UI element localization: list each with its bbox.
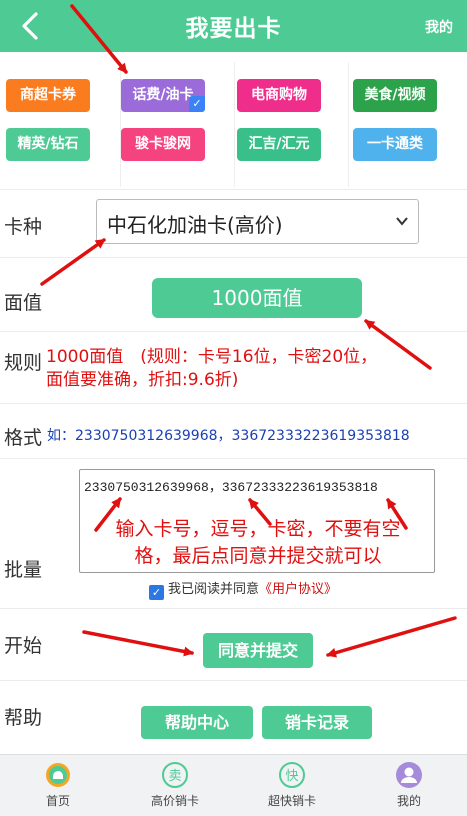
tab-home[interactable]: 首页	[0, 761, 116, 809]
face-value-button[interactable]: 1000面值	[152, 278, 362, 318]
svg-text:快: 快	[285, 769, 298, 784]
category-jingying-zuanshi[interactable]: 精英/钻石	[6, 128, 90, 161]
my-account-link[interactable]: 我的	[425, 17, 453, 37]
top-bar: 我要出卡 我的	[0, 0, 467, 52]
category-huafei-youka[interactable]: 话费/油卡 ✓	[121, 79, 205, 112]
sell-icon: 卖	[162, 762, 188, 788]
agreement: ✓ 我已阅读并同意《用户协议》	[149, 578, 337, 600]
agreement-checkbox[interactable]: ✓	[149, 585, 164, 600]
agree-submit-button[interactable]: 同意并提交	[203, 633, 313, 668]
category-meishi-shipin[interactable]: 美食/视频	[353, 79, 437, 112]
divider	[234, 62, 235, 187]
batch-label: 批量	[4, 559, 43, 581]
home-icon	[46, 763, 70, 787]
start-label: 开始	[4, 635, 43, 657]
card-type-select[interactable]: 中石化加油卡(高价)	[96, 199, 419, 244]
category-shangchao[interactable]: 商超卡券	[6, 79, 90, 112]
rules-label: 规则	[4, 352, 43, 374]
fast-icon: 快	[279, 762, 305, 788]
input-instruction-annotation: 输入卡号，逗号，卡密，不要有空格，最后点同意并提交就可以	[115, 518, 401, 567]
help-center-button[interactable]: 帮助中心	[141, 706, 253, 739]
format-label: 格式	[4, 427, 43, 449]
category-junka[interactable]: 骏卡骏网	[121, 128, 205, 161]
divider	[348, 62, 349, 187]
page-title: 我要出卡	[185, 16, 282, 42]
tab-sell-fast[interactable]: 快 超快销卡	[234, 761, 350, 809]
format-example: 如：2330750312639968，33672333223619353818	[47, 428, 410, 444]
help-label: 帮助	[4, 707, 43, 729]
face-value-label: 面值	[4, 292, 43, 314]
user-icon	[396, 762, 422, 788]
category-dianshang[interactable]: 电商购物	[237, 79, 321, 112]
svg-text:卖: 卖	[168, 769, 181, 784]
category-huiji-huiyuan[interactable]: 汇吉/汇元	[237, 128, 321, 161]
tab-mine[interactable]: 我的	[351, 761, 467, 809]
card-type-label: 卡种	[4, 216, 43, 238]
agreement-text: 我已阅读并同意	[168, 582, 260, 597]
chevron-down-icon	[396, 217, 408, 226]
sell-record-button[interactable]: 销卡记录	[262, 706, 372, 739]
selected-check-icon: ✓	[189, 96, 205, 112]
tab-sell-high-price[interactable]: 卖 高价销卡	[117, 761, 233, 809]
bottom-tab-bar: 首页 卖 高价销卡 快 超快销卡 我的	[0, 754, 467, 816]
user-agreement-link[interactable]: 《用户协议》	[259, 582, 337, 597]
rules-text: 1000面值 (规则：卡号16位，卡密20位，面值要准确，折扣:9.6折)	[46, 347, 378, 390]
category-yikatong[interactable]: 一卡通类	[353, 128, 437, 161]
